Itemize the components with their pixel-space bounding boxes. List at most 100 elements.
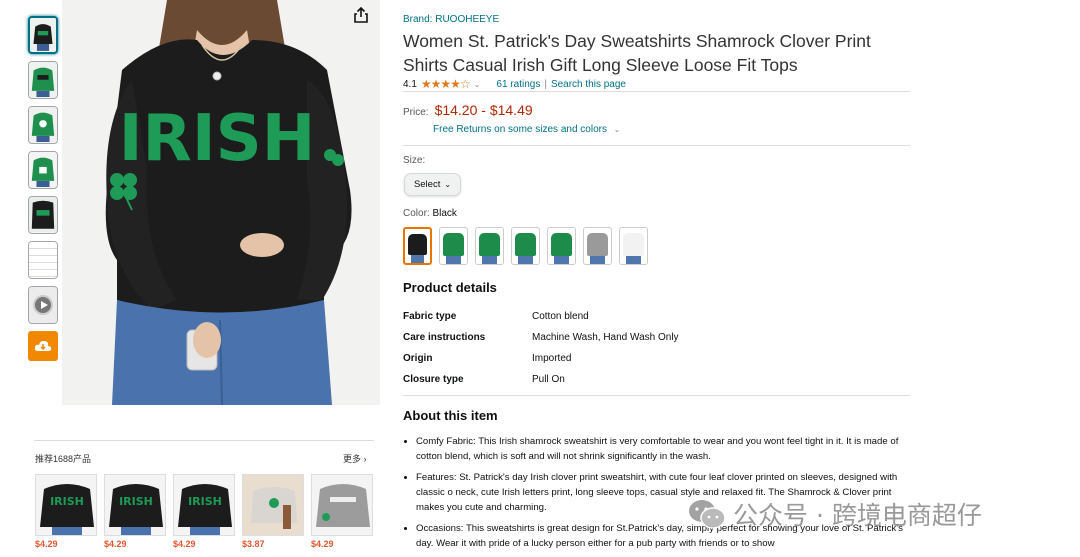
details-row: Origin Imported <box>403 348 679 369</box>
chevron-down-icon[interactable]: ⌄ <box>474 80 481 89</box>
about-item: Comfy Fabric: This Irish shamrock sweats… <box>416 434 909 464</box>
recommend-item[interactable]: $4.29 <box>311 474 373 549</box>
color-swatch[interactable] <box>475 227 504 265</box>
divider <box>403 91 910 92</box>
recommend-list: IRISH $4.29 IRISH $4.29 IRISH $4.29 $3.8… <box>35 474 373 549</box>
shirt-word: IRISH <box>119 102 316 176</box>
swatch-jeans <box>482 256 497 264</box>
recommend-thumb[interactable] <box>311 474 373 536</box>
chevron-down-icon: ⌄ <box>444 180 452 189</box>
color-swatch[interactable] <box>619 227 648 265</box>
thumbnail-5[interactable] <box>28 196 58 234</box>
wechat-icon <box>689 500 726 529</box>
thumbnail-1[interactable] <box>28 16 58 54</box>
share-icon[interactable] <box>350 4 372 26</box>
product-details-heading: Product details <box>403 280 497 295</box>
brand-link[interactable]: Brand: RUOOHEEYE <box>403 14 499 25</box>
recommend-item[interactable]: $3.87 <box>242 474 304 549</box>
watermark-text: 公众号 · 跨境电商超仔 <box>733 501 982 530</box>
swatch-shirt <box>623 233 644 256</box>
size-chart-image <box>29 242 57 278</box>
color-swatch[interactable] <box>403 227 432 265</box>
thumbnail-image <box>30 18 56 51</box>
rating-row: 4.1 ★★★★☆ ⌄ 61 ratings | Search this pag… <box>403 77 626 91</box>
recommend-thumb[interactable] <box>242 474 304 536</box>
swatch-shirt <box>479 233 500 256</box>
star-rating-icon[interactable]: ★★★★☆ <box>421 77 471 91</box>
recommend-more-link[interactable]: 更多 › <box>343 452 367 465</box>
color-label-text: Color: <box>403 208 430 219</box>
recommend-title: 推荐1688产品 <box>35 454 92 464</box>
recommend-price: $4.29 <box>104 539 127 549</box>
svg-text:IRISH: IRISH <box>119 495 153 508</box>
svg-text:IRISH: IRISH <box>188 495 222 508</box>
search-page-link[interactable]: Search this page <box>551 79 626 90</box>
about-heading: About this item <box>403 408 498 423</box>
thumbnail-video[interactable] <box>28 286 58 324</box>
svg-text:IRISH: IRISH <box>50 495 84 508</box>
swatch-shirt <box>443 233 464 256</box>
ratings-count-link[interactable]: 61 ratings <box>496 79 540 90</box>
recommend-price: $4.29 <box>173 539 196 549</box>
color-swatches <box>403 227 648 265</box>
details-key: Fabric type <box>403 311 457 322</box>
cloud-download-icon[interactable] <box>28 331 58 361</box>
rating-value: 4.1 <box>403 78 417 90</box>
details-row: Care instructions Machine Wash, Hand Was… <box>403 327 679 348</box>
color-label: Color: Black <box>403 208 457 219</box>
swatch-jeans <box>590 256 605 264</box>
thumbnail-4[interactable] <box>28 151 58 189</box>
swatch-jeans <box>518 256 533 264</box>
details-key: Origin <box>403 353 433 364</box>
recommend-price: $3.87 <box>242 539 265 549</box>
watermark: 公众号 · 跨境电商超仔 <box>687 496 982 532</box>
details-value: Machine Wash, Hand Wash Only <box>532 332 679 343</box>
main-product-image[interactable]: IRISH <box>62 0 380 405</box>
thumbnail-strip <box>28 16 60 361</box>
swatch-jeans <box>411 255 424 263</box>
price-value: $14.20 - $14.49 <box>434 102 533 118</box>
swatch-shirt <box>515 233 536 256</box>
size-select[interactable]: Select ⌄ <box>404 173 461 196</box>
details-row: Closure type Pull On <box>403 369 679 390</box>
color-swatch[interactable] <box>511 227 540 265</box>
recommend-item[interactable]: IRISH $4.29 <box>35 474 97 549</box>
swatch-jeans <box>446 256 461 264</box>
recommend-thumb[interactable]: IRISH <box>104 474 166 536</box>
recommend-item[interactable]: IRISH $4.29 <box>104 474 166 549</box>
recommend-price: $4.29 <box>311 539 334 549</box>
thumbnail-image <box>29 62 57 98</box>
play-icon <box>33 295 53 315</box>
size-select-value: Select <box>413 179 441 190</box>
divider <box>403 145 910 146</box>
details-key: Closure type <box>403 374 464 385</box>
thumbnail-image <box>29 152 57 188</box>
color-swatch[interactable] <box>547 227 576 265</box>
free-returns-link[interactable]: Free Returns on some sizes and colors ⌄ <box>433 124 620 135</box>
recommend-thumb[interactable]: IRISH <box>35 474 97 536</box>
swatch-shirt <box>551 233 572 256</box>
recommend-price: $4.29 <box>35 539 58 549</box>
color-swatch[interactable] <box>583 227 612 265</box>
thumbnail-image <box>29 107 57 143</box>
thumbnail-image <box>29 197 57 233</box>
thumbnail-3[interactable] <box>28 106 58 144</box>
chevron-down-icon: ⌄ <box>613 125 621 134</box>
thumbnail-2[interactable] <box>28 61 58 99</box>
swatch-shirt <box>408 234 427 255</box>
recommend-item[interactable]: IRISH $4.29 <box>173 474 235 549</box>
color-swatch[interactable] <box>439 227 468 265</box>
thumbnail-6[interactable] <box>28 241 58 279</box>
swatch-jeans <box>626 256 641 264</box>
color-selected-value: Black <box>432 208 457 219</box>
price-row: Price: $14.20 - $14.49 <box>403 102 533 118</box>
product-details-table: Fabric type Cotton blend Care instructio… <box>403 306 679 390</box>
swatch-jeans <box>554 256 569 264</box>
recommend-divider <box>34 440 374 441</box>
size-label: Size: <box>403 155 426 166</box>
free-returns-text: Free Returns on some sizes and colors <box>433 124 607 135</box>
swatch-shirt <box>587 233 608 256</box>
rating-separator: | <box>544 78 547 90</box>
recommend-thumb[interactable]: IRISH <box>173 474 235 536</box>
price-label: Price: <box>403 107 429 118</box>
